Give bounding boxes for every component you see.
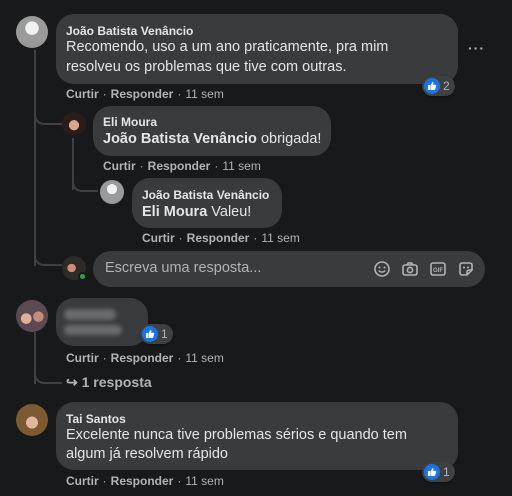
reaction-badge[interactable]: 1: [140, 324, 173, 344]
mention-link[interactable]: João Batista Venâncio: [103, 131, 257, 147]
redacted-author: [64, 309, 116, 320]
online-status-indicator: [78, 272, 87, 281]
reaction-badge[interactable]: 1: [422, 462, 455, 482]
reply-button[interactable]: Responder: [148, 159, 211, 173]
thread-connector-comment2: [34, 364, 62, 384]
timestamp[interactable]: 11 sem: [261, 231, 299, 245]
reply-button[interactable]: Responder: [111, 474, 174, 488]
comment-bubble: Tai Santos Excelente nunca tive problema…: [56, 402, 458, 470]
avatar[interactable]: [16, 404, 48, 436]
like-button[interactable]: Curtir: [66, 351, 99, 365]
avatar[interactable]: [100, 180, 124, 204]
comment-author[interactable]: Tai Santos: [66, 412, 126, 426]
redacted-text: [64, 325, 122, 335]
reply-button[interactable]: Responder: [111, 351, 174, 365]
reply-input[interactable]: Escreva uma resposta... GIF: [93, 251, 485, 287]
timestamp[interactable]: 11 sem: [222, 159, 260, 173]
reply-text: João Batista Venâncio obrigada!: [103, 131, 322, 147]
mention-link[interactable]: Eli Moura: [142, 204, 207, 220]
comment-bubble: [56, 298, 148, 346]
like-icon: [424, 464, 440, 480]
like-button[interactable]: Curtir: [103, 159, 136, 173]
like-button[interactable]: Curtir: [66, 474, 99, 488]
avatar[interactable]: [16, 16, 48, 48]
reaction-count: 1: [161, 327, 168, 341]
comment-text: resolveu os problemas que tive com outra…: [66, 59, 347, 75]
sticker-icon[interactable]: [457, 260, 475, 278]
like-icon: [142, 326, 158, 342]
avatar[interactable]: [16, 300, 48, 332]
view-replies-link[interactable]: ↪ 1 resposta: [66, 374, 152, 391]
thread-connector-reply2: [72, 174, 98, 192]
thread-line-main: [34, 50, 36, 266]
comment-actions: Curtir · Responder · 11 sem: [66, 474, 224, 488]
svg-text:GIF: GIF: [433, 268, 443, 274]
timestamp[interactable]: 11 sem: [185, 351, 223, 365]
like-button[interactable]: Curtir: [142, 231, 175, 245]
reaction-count: 2: [443, 79, 450, 93]
reply-bubble: João Batista Venâncio Eli Moura Valeu!: [132, 178, 282, 228]
comment-actions: Curtir · Responder · 11 sem: [66, 351, 224, 365]
gif-icon[interactable]: GIF: [429, 260, 447, 278]
like-button[interactable]: Curtir: [66, 87, 99, 101]
like-icon: [424, 78, 440, 94]
comment-text: Excelente nunca tive problemas sérios e …: [66, 427, 407, 443]
reply-actions: Curtir · Responder · 11 sem: [103, 159, 261, 173]
thread-connector-reply1: [34, 105, 62, 125]
reaction-count: 1: [443, 465, 450, 479]
reply-button[interactable]: Responder: [111, 87, 174, 101]
avatar[interactable]: [62, 112, 86, 136]
comment-text: Recomendo, uso a um ano praticamente, pr…: [66, 39, 389, 55]
reply-placeholder: Escreva uma resposta...: [105, 260, 262, 276]
reply-bubble: Eli Moura João Batista Venâncio obrigada…: [93, 106, 331, 156]
timestamp[interactable]: 11 sem: [185, 474, 223, 488]
reply-author[interactable]: Eli Moura: [103, 115, 157, 129]
reply-actions: Curtir · Responder · 11 sem: [142, 231, 300, 245]
more-options-icon[interactable]: ···: [468, 40, 485, 56]
reply-arrow-icon: ↪: [66, 374, 78, 390]
comment-author[interactable]: João Batista Venâncio: [66, 24, 193, 38]
thread-connector-replybox: [34, 246, 62, 266]
comment-bubble: João Batista Venâncio Recomendo, uso a u…: [56, 14, 458, 84]
camera-icon[interactable]: [401, 260, 419, 278]
comment-text: algum já resolvem rápido: [66, 446, 228, 462]
reaction-badge[interactable]: 2: [422, 76, 455, 96]
comment-actions: Curtir · Responder · 11 sem: [66, 87, 224, 101]
timestamp[interactable]: 11 sem: [185, 87, 223, 101]
reply-author[interactable]: João Batista Venâncio: [142, 188, 269, 202]
reply-button[interactable]: Responder: [187, 231, 250, 245]
emoji-icon[interactable]: [373, 260, 391, 278]
reply-text: Eli Moura Valeu!: [142, 204, 252, 220]
